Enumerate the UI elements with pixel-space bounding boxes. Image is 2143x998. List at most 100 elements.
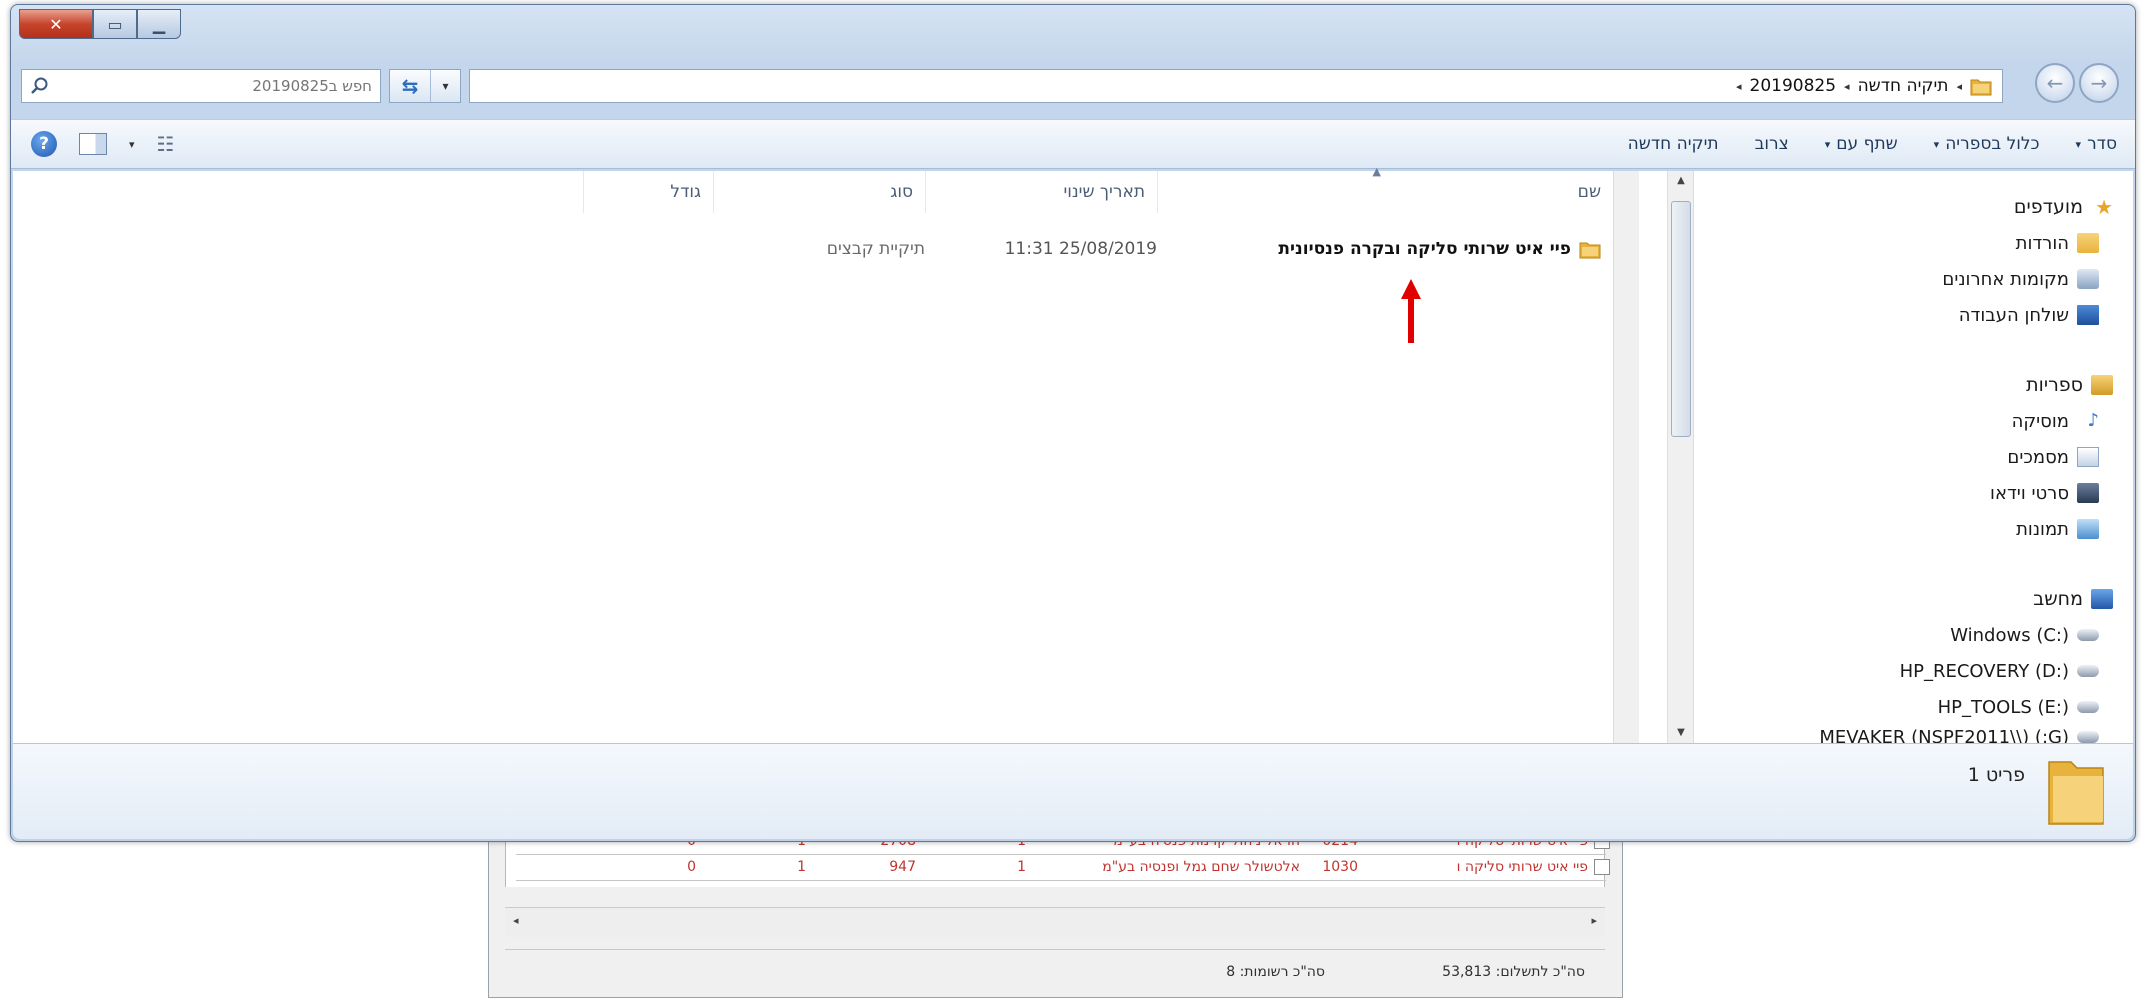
sidebar-item-label: Windows (C:) [1950,624,2069,646]
drive-icon [2077,629,2099,641]
nav-group-libraries: ספריות ♪ מוסיקה מסמכים סרטי וידאו תמונות [1990,367,2113,547]
sidebar-item-label: שולחן העבודה [1958,304,2069,326]
chevron-down-icon[interactable]: ▾ [129,138,135,151]
status-total: סה"כ לתשלום: 53,813 [1442,964,1585,980]
refresh-icon[interactable]: ⇆ [390,74,430,98]
preview-pane-icon[interactable] [79,133,107,155]
sidebar-item-drive-g[interactable]: (G:) (\\NSPF2011) MEVAKER [1819,725,2113,743]
organize-label: סדר [2087,134,2117,154]
forward-button[interactable]: → [2079,63,2119,103]
chevron-down-icon: ▾ [1933,137,1940,151]
sidebar-item-desktop[interactable]: שולחן העבודה [1942,297,2113,333]
breadcrumb-separator-icon[interactable]: ◂ [1956,80,1962,93]
sidebar-item-label: מסמכים [2007,446,2069,468]
column-header-date-modified[interactable]: תאריך שינוי [925,171,1157,213]
column-header-label: שם [1577,182,1601,202]
burn-button[interactable]: צרוב [1755,134,1789,154]
cell-b: 947 [889,859,916,875]
sidebar-item-downloads[interactable]: הורדות [1942,225,2113,261]
downloads-folder-icon [2077,233,2099,253]
column-header-size[interactable]: גודל [583,171,713,213]
horizontal-scrollbar[interactable]: ◂ ▸ [505,907,1605,937]
include-in-library-label: כלול בספריה [1945,134,2040,154]
sidebar-item-label: מועדפים [2013,196,2083,218]
help-icon[interactable]: ? [31,131,57,157]
refresh-group: ⇆ ▾ [389,69,461,103]
minimize-icon: ▁ [152,14,166,34]
network-drive-icon [2077,731,2099,743]
cell-code: 1030 [1322,859,1358,875]
sidebar-item-label: סרטי וידאו [1990,482,2069,504]
breadcrumb-item-new-folder[interactable]: תיקיה חדשה [1858,76,1949,96]
folder-icon [2048,761,2104,825]
scrollbar-thumb[interactable] [1671,201,1691,437]
column-header-label: סוג [890,182,913,202]
table-row[interactable]: פיי איט שרותי סליקה ו 1030 אלטשולר שחם ג… [516,855,1610,881]
title-bar[interactable]: ✕ ▭ ▁ [11,5,2135,61]
sidebar-item-videos[interactable]: סרטי וידאו [1990,475,2113,511]
column-header-label: גודל [670,182,701,202]
file-list[interactable]: ▲ שם תאריך שינוי סוג גודל פיי איט שרותי … [13,165,1639,743]
list-item[interactable]: פיי איט שרותי סליקה ובקרה פנסיונית 25/08… [13,233,1613,265]
sidebar-item-recent-places[interactable]: מקומות אחרונים [1942,261,2113,297]
row-checkbox[interactable] [1594,859,1610,875]
chevron-down-icon: ▾ [2075,137,2082,151]
red-arrow-icon [1401,279,1421,343]
sidebar-item-drive-d[interactable]: HP_RECOVERY (D:) [1819,653,2113,689]
cell-c: 1 [797,859,806,875]
sidebar-item-music[interactable]: ♪ מוסיקה [1990,403,2113,439]
file-date-modified: 25/08/2019 11:31 [1004,239,1157,259]
new-folder-label: תיקיה חדשה [1627,134,1719,154]
minimize-button[interactable]: ▁ [137,9,181,39]
breadcrumb-separator-icon[interactable]: ◂ [1736,80,1742,93]
breadcrumb-separator-icon[interactable]: ◂ [1844,80,1850,93]
include-in-library-button[interactable]: כלול בספריה ▾ [1934,134,2040,154]
breadcrumb-item-20190825[interactable]: 20190825 [1750,76,1837,96]
sidebar-item-libraries[interactable]: ספריות [1990,367,2113,403]
column-header-type[interactable]: סוג [713,171,925,213]
column-header-name[interactable]: שם [1157,171,1613,213]
address-bar[interactable]: ◂ תיקיה חדשה ◂ 20190825 ◂ [469,69,2003,103]
sidebar-item-drive-c[interactable]: Windows (C:) [1819,617,2113,653]
scroll-left-icon[interactable]: ◂ [513,914,519,927]
address-history-dropdown[interactable]: ▾ [430,70,460,102]
new-folder-button[interactable]: תיקיה חדשה [1628,134,1719,154]
sidebar-item-favorites[interactable]: ★ מועדפים [1942,189,2113,225]
sidebar-item-label: מקומות אחרונים [1942,268,2069,290]
file-name-cell[interactable]: פיי איט שרותי סליקה ובקרה פנסיונית [1278,233,1601,265]
scroll-down-icon[interactable]: ▼ [1668,723,1694,743]
navigation-scrollbar[interactable]: ▲ ▼ [1668,171,1694,743]
pictures-icon [2077,519,2099,539]
change-view-icon[interactable]: ☷ [157,132,175,156]
recent-places-icon [2077,269,2099,289]
drive-icon [2077,665,2099,677]
scroll-right-icon[interactable]: ▸ [1591,914,1597,927]
search-box[interactable] [21,69,381,103]
details-pane: פריט 1 [13,743,2133,839]
videos-icon [2077,483,2099,503]
address-row: ⇆ ▾ ◂ תיקיה חדשה ◂ 20190825 ◂ ← → [11,63,2135,111]
maximize-button[interactable]: ▭ [93,9,137,39]
cell-d: 0 [687,859,696,875]
libraries-icon [2091,375,2113,395]
share-with-button[interactable]: שתף עם ▾ [1825,134,1898,154]
search-icon[interactable] [30,76,50,96]
explorer-window: ✕ ▭ ▁ ⇆ ▾ ◂ תיקיה חדשה ◂ [10,4,2136,842]
back-button[interactable]: ← [2035,63,2075,103]
item-count: פריט 1 [1967,764,2025,786]
close-button[interactable]: ✕ [19,9,93,39]
sidebar-item-documents[interactable]: מסמכים [1990,439,2113,475]
search-input[interactable] [52,70,372,102]
sidebar-item-pictures[interactable]: תמונות [1990,511,2113,547]
sidebar-item-computer[interactable]: מחשב [1819,581,2113,617]
sidebar-item-drive-e[interactable]: HP_TOOLS (E:) [1819,689,2113,725]
file-name: פיי איט שרותי סליקה ובקרה פנסיונית [1278,239,1571,259]
column-header-label: תאריך שינוי [1063,182,1145,202]
drive-icon [2077,701,2099,713]
status-records: סה"כ רשומות: 8 [1226,964,1325,980]
file-list-scrollbar[interactable] [1613,171,1639,743]
view-controls: ? ▾ ☷ [31,120,174,168]
scroll-up-icon[interactable]: ▲ [1668,171,1694,191]
organize-button[interactable]: סדר ▾ [2076,134,2117,154]
sidebar-item-label: מוסיקה [2011,410,2069,432]
